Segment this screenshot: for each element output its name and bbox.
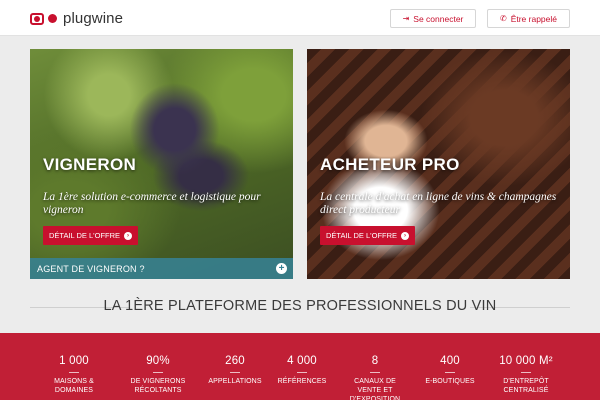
stat-references: 4 000 RÉFÉRENCES	[262, 333, 342, 386]
stat-divider	[153, 372, 163, 373]
phone-icon: ✆	[499, 14, 507, 23]
stat-canaux: 8 CANAUX DE VENTE ET D'EXPOSITION	[335, 333, 415, 400]
stat-divider	[521, 372, 531, 373]
acheteur-pro-title: ACHETEUR PRO	[320, 155, 460, 174]
stat-value: 8	[371, 355, 379, 367]
login-icon: ⇥	[402, 14, 410, 23]
stat-label: CANAUX DE VENTE ET D'EXPOSITION	[349, 378, 401, 400]
logo-dot-icon	[48, 14, 57, 23]
arrow-right-circle-icon: ›	[401, 231, 410, 240]
stat-divider	[230, 372, 240, 373]
stat-entrepot: 10 000 M² D'ENTREPÔT CENTRALISÉ	[486, 333, 566, 395]
acheteur-pro-card[interactable]: ACHETEUR PRO La centrale d'achat en lign…	[307, 49, 570, 279]
vigneron-card[interactable]: VIGNERON La 1ère solution e-commerce et …	[30, 49, 293, 279]
stat-label: DE VIGNERONS RÉCOLTANTS	[130, 378, 186, 394]
stat-divider	[370, 372, 380, 373]
acheteur-pro-offer-button[interactable]: DÉTAIL DE L'OFFRE ›	[320, 226, 416, 245]
acheteur-pro-tagline: La centrale d'achat en ligne de vins & c…	[320, 191, 557, 216]
logo-mark-icon	[30, 12, 44, 25]
platform-headline: LA 1ÈRE PLATEFORME DES PROFESSIONNELS DU…	[103, 298, 497, 314]
plus-circle-icon[interactable]: +	[276, 263, 287, 274]
acheteur-pro-offer-label: DÉTAIL DE L'OFFRE	[326, 231, 398, 240]
login-button[interactable]: ⇥ Se connecter	[390, 9, 476, 28]
logo-text: plugwine	[63, 10, 124, 27]
vigneron-offer-label: DÉTAIL DE L'OFFRE	[49, 231, 121, 240]
vigneron-title: VIGNERON	[43, 155, 137, 174]
stats-band: 1 000 MAISONS & DOMAINES 90% DE VIGNERON…	[0, 333, 600, 400]
stat-divider	[297, 372, 307, 373]
stat-label: D'ENTREPÔT CENTRALISÉ	[503, 378, 549, 394]
stat-divider	[445, 372, 455, 373]
stat-value: 10 000 M²	[499, 355, 553, 367]
callback-label: Être rappelé	[510, 13, 557, 24]
vigneron-tagline: La 1ère solution e-commerce et logistiqu…	[43, 191, 261, 216]
login-label: Se connecter	[413, 13, 464, 24]
stat-label: E-BOUTIQUES	[425, 378, 475, 385]
agent-vigneron-label: AGENT DE VIGNERON ?	[37, 263, 145, 274]
stat-label: RÉFÉRENCES	[277, 378, 327, 385]
stat-value: 400	[440, 355, 460, 367]
arrow-right-circle-icon: ›	[124, 231, 133, 240]
stat-value: 1 000	[59, 355, 89, 367]
stat-vignerons: 90% DE VIGNERONS RÉCOLTANTS	[118, 333, 198, 395]
stat-divider	[69, 372, 79, 373]
stat-label: MAISONS & DOMAINES	[54, 378, 94, 394]
vigneron-offer-button[interactable]: DÉTAIL DE L'OFFRE ›	[43, 226, 139, 245]
plugwine-logo[interactable]: plugwine	[30, 10, 123, 27]
agent-vigneron-bar[interactable]: AGENT DE VIGNERON ? +	[30, 258, 293, 279]
stat-value: 4 000	[287, 355, 317, 367]
callback-button[interactable]: ✆ Être rappelé	[487, 9, 570, 28]
stat-value: 90%	[146, 355, 170, 367]
stat-eboutiques: 400 E-BOUTIQUES	[410, 333, 490, 386]
site-header: plugwine ⇥ Se connecter ✆ Être rappelé	[0, 0, 600, 36]
stat-maisons: 1 000 MAISONS & DOMAINES	[34, 333, 114, 395]
